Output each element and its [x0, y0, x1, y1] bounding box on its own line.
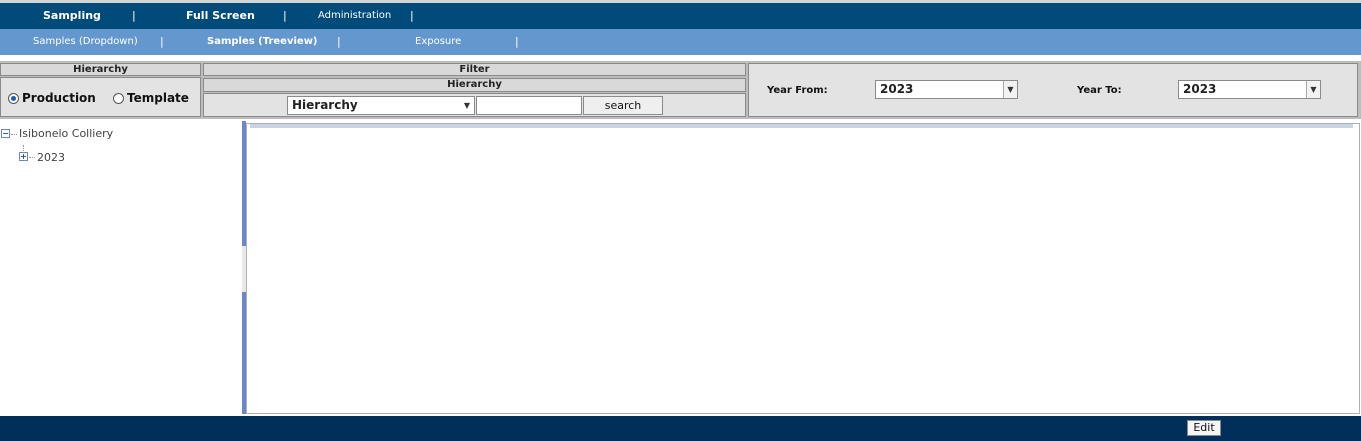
primary-nav: Sampling | Full Screen | Administration …: [0, 3, 1361, 29]
chevron-down-icon[interactable]: ▼: [1306, 81, 1320, 98]
production-radio[interactable]: [8, 93, 19, 104]
template-label[interactable]: Template: [127, 91, 189, 105]
content-header-bar: [250, 124, 1353, 128]
nav-item-administration[interactable]: Administration: [318, 3, 391, 29]
tree-node-2023[interactable]: 2023: [37, 151, 65, 164]
template-radio[interactable]: [113, 93, 124, 104]
production-label[interactable]: Production: [22, 91, 96, 105]
nav-separator: |: [515, 35, 519, 48]
nav-separator: |: [132, 9, 136, 22]
nav-separator: |: [337, 35, 341, 48]
year-from-value: 2023: [880, 82, 914, 96]
hierarchy-select[interactable]: Hierarchy ▼: [287, 96, 475, 115]
secondary-nav: Samples (Dropdown) | Samples (Treeview) …: [0, 29, 1361, 55]
tree-connector: [11, 134, 17, 135]
tree-node-isibonelo-colliery[interactable]: Isibonelo Colliery: [19, 127, 113, 140]
nav-item-samples-dropdown[interactable]: Samples (Dropdown): [33, 29, 138, 55]
year-from-select[interactable]: 2023 ▼: [875, 80, 1018, 99]
nav-separator: |: [283, 9, 287, 22]
nav-item-full-screen[interactable]: Full Screen: [186, 3, 255, 29]
edit-button[interactable]: Edit: [1187, 420, 1221, 436]
search-button[interactable]: search: [583, 96, 663, 115]
year-panel: Year From: 2023 ▼ Year To: 2023 ▼: [748, 63, 1358, 117]
nav-separator: |: [160, 35, 164, 48]
filter-subheader: Hierarchy: [203, 78, 746, 92]
content-area: [246, 123, 1360, 414]
hierarchy-header: Hierarchy: [0, 63, 201, 76]
year-to-value: 2023: [1183, 82, 1217, 96]
year-to-select[interactable]: 2023 ▼: [1178, 80, 1321, 99]
tree-connector: [29, 157, 35, 158]
nav-item-samples-treeview[interactable]: Samples (Treeview): [207, 29, 318, 55]
search-input[interactable]: [476, 96, 582, 115]
nav-item-sampling[interactable]: Sampling: [43, 3, 101, 29]
year-to-label: Year To:: [1077, 85, 1122, 96]
nav-item-exposure[interactable]: Exposure: [415, 29, 461, 55]
footer-bar: [0, 416, 1361, 441]
expand-icon[interactable]: +: [19, 152, 28, 161]
chevron-down-icon[interactable]: ▼: [1003, 81, 1017, 98]
hierarchy-select-value: Hierarchy: [292, 98, 358, 112]
filter-controls-panel: Hierarchy ▼ search: [203, 93, 746, 117]
nav-separator: |: [410, 9, 414, 22]
tree-panel: − Isibonelo Colliery + 2023: [0, 121, 243, 414]
hierarchy-options-panel: Production Template: [0, 77, 201, 117]
collapse-icon[interactable]: −: [1, 129, 10, 138]
chevron-down-icon[interactable]: ▼: [460, 97, 474, 114]
year-from-label: Year From:: [767, 85, 828, 96]
filter-header: Filter: [203, 63, 746, 76]
